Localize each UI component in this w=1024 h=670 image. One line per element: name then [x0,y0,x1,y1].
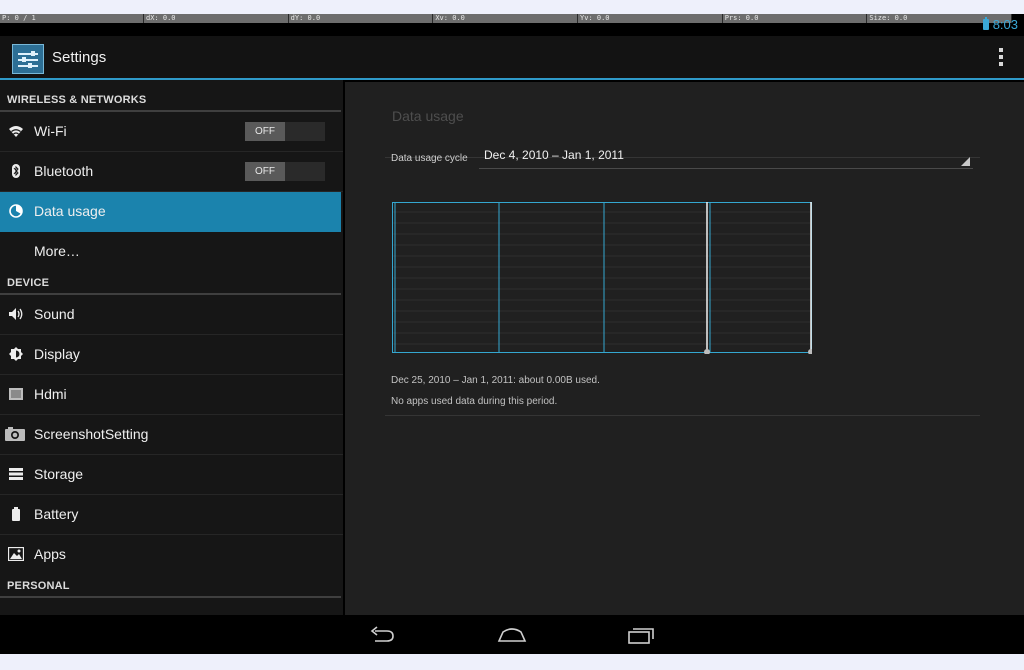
brightness-icon [9,347,23,361]
pointer-count: P: 0 / 1 [0,14,144,23]
recent-apps-icon[interactable] [626,624,656,646]
dropdown-arrow-icon [961,157,970,166]
navigation-bar [0,615,1024,654]
clock-text: 8:03 [992,17,1018,32]
device-screen: P: 0 / 1 dX: 0.0 dY: 0.0 Xv: 0.0 Yv: 0.0… [0,14,1024,654]
sidebar-item-label: Wi-Fi [34,123,67,139]
divider [385,415,980,416]
sidebar-item-display[interactable]: Display [0,335,343,375]
range-start-knob[interactable] [704,349,710,354]
wifi-icon [9,126,23,137]
sidebar-item-label: Apps [34,546,66,562]
cycle-dropdown[interactable]: Dec 4, 2010 – Jan 1, 2011 [479,146,973,169]
sidebar-item-label: Battery [34,506,79,522]
section-header-device: DEVICE [0,271,343,295]
cycle-value: Dec 4, 2010 – Jan 1, 2011 [484,148,624,162]
usage-summary: Dec 25, 2010 – Jan 1, 2011: about 0.00B … [391,375,600,386]
delta-x: dX: 0.0 [144,14,289,23]
sidebar-item-battery[interactable]: Battery [0,495,343,535]
battery-icon [12,507,20,521]
action-bar: Settings [0,36,1024,78]
sidebar-item-label: Display [34,346,80,362]
battery-status-icon [982,17,989,30]
delta-y: dY: 0.0 [288,14,434,23]
sidebar-item-storage[interactable]: Storage [0,455,343,495]
section-header-personal: PERSONAL [0,574,343,598]
sidebar-item-more[interactable]: More… [0,232,343,271]
overflow-menu-icon[interactable] [999,48,1004,66]
sidebar-item-apps[interactable]: Apps [0,535,343,574]
bluetooth-toggle[interactable]: OFF [245,162,325,181]
camera-icon [5,427,25,441]
range-end-knob[interactable] [808,349,812,354]
hdmi-icon [9,388,23,400]
sidebar-item-hdmi[interactable]: Hdmi [0,375,343,415]
bluetooth-icon [12,164,20,178]
storage-icon [9,468,23,480]
sidebar-item-label: More… [34,243,80,259]
data-usage-panel: Data usage Data usage cycle Dec 4, 2010 … [345,82,1024,615]
page-title: Data usage [392,108,464,124]
velocity-y: Yv: 0.0 [578,14,723,23]
settings-list[interactable]: WIRELESS & NETWORKS Wi-Fi OFF Bluetooth … [0,80,343,615]
cycle-label: Data usage cycle [391,153,468,164]
sidebar-item-label: Sound [34,306,75,322]
section-header-wireless: WIRELESS & NETWORKS [0,80,343,112]
sidebar-item-label: Data usage [34,203,106,219]
sidebar-item-label: Storage [34,466,84,482]
sidebar-item-sound[interactable]: Sound [0,295,343,335]
wifi-toggle[interactable]: OFF [245,122,325,141]
no-apps-message: No apps used data during this period. [391,396,558,407]
pointer-debug-bar: P: 0 / 1 dX: 0.0 dY: 0.0 Xv: 0.0 Yv: 0.0… [0,14,1024,24]
sidebar-item-label: Hdmi [34,386,67,402]
apps-icon [8,547,24,561]
pressure: Prs: 0.0 [722,14,868,23]
sidebar-item-wifi[interactable]: Wi-Fi OFF [0,112,343,152]
sidebar-item-screenshot[interactable]: ScreenshotSetting [0,415,343,455]
velocity-x: Xv: 0.0 [433,14,579,23]
sidebar-item-label: ScreenshotSetting [34,426,149,442]
sidebar-item-bluetooth[interactable]: Bluetooth OFF [0,152,343,192]
app-title: Settings [52,49,107,66]
back-icon[interactable] [367,624,397,646]
home-icon[interactable] [497,624,527,646]
usage-chart[interactable] [392,202,812,354]
sidebar-item-data-usage[interactable]: Data usage [0,192,341,232]
data-usage-icon [9,204,23,218]
chart-grid [393,211,811,345]
sidebar-item-label: Bluetooth [34,163,94,179]
status-clock: 8:03 [982,17,1018,32]
settings-app-icon[interactable] [12,44,44,74]
speaker-icon [9,308,23,320]
